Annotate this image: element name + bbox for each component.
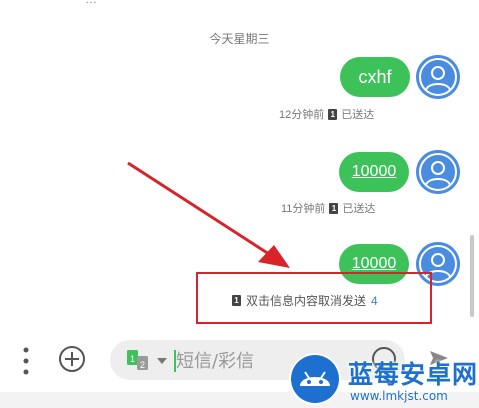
message-bubble[interactable]: cxhf xyxy=(340,57,410,97)
cancel-send-hint[interactable]: 1 双击信息内容取消发送 4 xyxy=(232,292,378,309)
sim-card-icon: 1 xyxy=(329,202,339,214)
watermark-logo xyxy=(289,353,341,405)
contact-avatar-icon[interactable] xyxy=(416,55,460,99)
message-time: 11分钟前 xyxy=(281,203,326,215)
message-text: cxhf xyxy=(358,66,392,87)
message-status: 12分钟前 1 已送达 xyxy=(279,106,374,122)
date-separator: 今天星期三 xyxy=(209,32,270,46)
message-text: 10000 xyxy=(351,163,397,180)
message-bubble[interactable]: 10000 xyxy=(339,152,409,192)
cancel-hint-text: 双击信息内容取消发送 xyxy=(246,294,367,308)
sim-card-icon: 1 xyxy=(232,295,241,306)
scrollbar[interactable] xyxy=(470,235,474,317)
countdown-seconds: 4 xyxy=(371,293,378,308)
sim-card-icon[interactable]: 1 2 xyxy=(125,349,155,371)
bottom-partial-text: ... xyxy=(24,400,35,408)
contact-avatar-icon[interactable] xyxy=(416,150,460,194)
delivery-status: 已送达 xyxy=(341,109,375,121)
message-status: 11分钟前 1 已送达 xyxy=(281,200,375,216)
sim-badge-secondary: 2 xyxy=(140,360,145,370)
message-text: 10000 xyxy=(351,255,397,272)
watermark-title: 蓝莓安卓网 xyxy=(348,360,479,389)
sim-badge-primary: 1 xyxy=(130,354,135,364)
message-time: 12分钟前 xyxy=(279,109,325,121)
watermark-url: www.lmkjst.com xyxy=(350,389,448,403)
add-circle-icon[interactable] xyxy=(58,345,86,373)
previous-message-status: … xyxy=(85,0,97,6)
delivery-status: 已送达 xyxy=(342,203,376,215)
more-vertical-icon[interactable] xyxy=(22,346,30,376)
chevron-down-icon[interactable] xyxy=(155,353,169,367)
sim-card-icon: 1 xyxy=(328,108,338,120)
